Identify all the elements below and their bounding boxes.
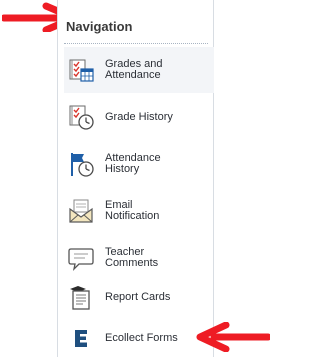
gradebook-clock-icon (69, 105, 94, 130)
nav-item-label: Email Notification (105, 199, 160, 222)
nav-item-teacher-comments[interactable]: Teacher Comments (64, 235, 214, 281)
ecollect-e-icon (75, 330, 87, 347)
navigation-title: Navigation (66, 19, 133, 34)
nav-item-label: Teacher Comments (105, 246, 159, 269)
nav-item-grade-history[interactable]: Grade History (64, 94, 214, 140)
nav-item-label: Ecollect Forms (105, 331, 178, 344)
report-card-icon (70, 286, 90, 310)
nav-item-label: Attendance History (105, 152, 161, 175)
flag-clock-icon (71, 153, 94, 177)
nav-item-attendance-history[interactable]: Attendance History (64, 141, 214, 187)
speech-bubble-icon (68, 248, 94, 271)
nav-item-label: Report Cards (105, 290, 171, 303)
annotation-arrow-bottom (196, 322, 270, 352)
gradebook-checklist-icon (69, 59, 94, 82)
nav-item-grades-and-attendance[interactable]: Grades and Attendance (64, 47, 214, 93)
navigation-panel: Navigation Grades and Attendance Grade H… (57, 0, 214, 357)
screenshot-stage: Navigation Grades and Attendance Grade H… (0, 0, 271, 357)
nav-item-label: Grades and Attendance (105, 58, 163, 81)
navigation-divider (64, 43, 208, 44)
nav-item-label: Grade History (105, 110, 173, 123)
nav-item-email-notification[interactable]: Email Notification (64, 188, 214, 234)
nav-item-report-cards[interactable]: Report Cards (64, 278, 214, 316)
envelope-icon (69, 199, 93, 223)
nav-item-ecollect-forms[interactable]: Ecollect Forms (64, 320, 214, 356)
